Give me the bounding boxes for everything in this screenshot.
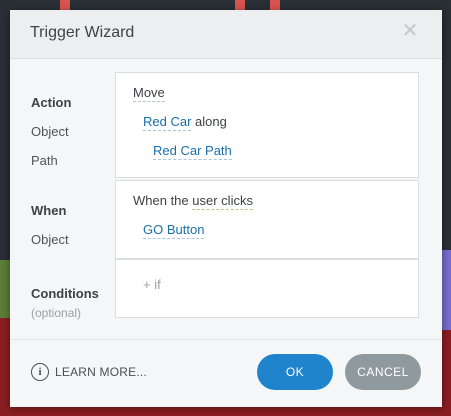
action-path-label: Path bbox=[31, 153, 58, 168]
action-label: Action bbox=[31, 95, 72, 110]
action-object-label: Object bbox=[31, 124, 69, 139]
action-section: Action Object Path Move Red Car along Re… bbox=[10, 72, 442, 178]
conditions-optional-label: (optional) bbox=[31, 306, 82, 320]
when-object-label: Object bbox=[31, 232, 69, 247]
learn-more-link[interactable]: i LEARN MORE... bbox=[31, 363, 147, 381]
dialog-footer: i LEARN MORE... OK CANCEL bbox=[10, 339, 442, 407]
action-verb-select[interactable]: Move bbox=[133, 85, 165, 102]
action-card: Move Red Car along Red Car Path bbox=[115, 72, 419, 178]
conditions-section: Conditions (optional) + if bbox=[10, 259, 442, 320]
add-condition-button[interactable]: + if bbox=[143, 277, 161, 292]
dialog-title: Trigger Wizard bbox=[30, 24, 135, 41]
when-prefix: When the bbox=[133, 193, 189, 208]
conditions-labels: Conditions (optional) bbox=[31, 285, 121, 333]
info-icon: i bbox=[31, 363, 49, 381]
when-labels: When Object bbox=[31, 202, 121, 260]
when-object-select[interactable]: GO Button bbox=[143, 222, 205, 239]
action-object-line: Red Car along bbox=[143, 114, 227, 131]
action-path-line: Red Car Path bbox=[153, 143, 232, 160]
when-label: When bbox=[31, 203, 67, 218]
when-event-line: When the user clicks bbox=[133, 193, 253, 210]
conditions-label: Conditions bbox=[31, 286, 99, 301]
when-object-line: GO Button bbox=[143, 222, 205, 239]
action-labels: Action Object Path bbox=[31, 94, 121, 181]
dialog-body: Action Object Path Move Red Car along Re… bbox=[10, 59, 442, 339]
action-connector: along bbox=[195, 114, 227, 129]
trigger-wizard-dialog: Trigger Wizard ✕ Action Object Path Move… bbox=[10, 10, 442, 407]
action-path-select[interactable]: Red Car Path bbox=[153, 143, 232, 160]
ok-button[interactable]: OK bbox=[257, 354, 333, 390]
cancel-button[interactable]: CANCEL bbox=[345, 354, 421, 390]
when-event-select[interactable]: user clicks bbox=[192, 193, 253, 210]
dialog-header: Trigger Wizard ✕ bbox=[10, 10, 442, 59]
action-object-select[interactable]: Red Car bbox=[143, 114, 192, 131]
when-section: When Object When the user clicks GO Butt… bbox=[10, 180, 442, 260]
conditions-card: + if bbox=[115, 259, 419, 318]
action-verb-line: Move bbox=[133, 85, 165, 102]
when-card: When the user clicks GO Button bbox=[115, 180, 419, 259]
conditions-add-line: + if bbox=[143, 277, 161, 292]
close-icon[interactable]: ✕ bbox=[400, 21, 420, 41]
learn-more-label: LEARN MORE... bbox=[55, 365, 147, 379]
